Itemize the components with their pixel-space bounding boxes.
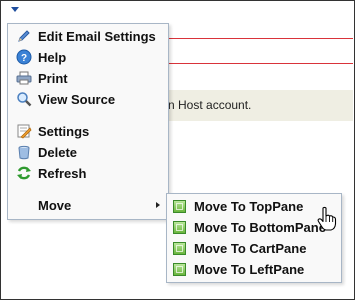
menu-item-label: Edit Email Settings xyxy=(38,28,156,44)
submenu-item-label: Move To CartPane xyxy=(194,240,307,256)
menu-item-label: Delete xyxy=(38,144,78,160)
help-icon: ? xyxy=(16,49,32,65)
blank-icon xyxy=(16,197,32,213)
menu-item-print[interactable]: Print xyxy=(8,68,168,88)
submenu-arrow-icon xyxy=(156,202,160,208)
divider-top xyxy=(168,38,353,39)
svg-text:?: ? xyxy=(21,53,27,64)
submenu-item-label: Move To TopPane xyxy=(194,198,304,214)
menu-item-label: Settings xyxy=(38,123,90,139)
submenu-item-label: Move To BottomPane xyxy=(194,219,326,235)
action-menu: Edit Email Settings ? Help Print View So… xyxy=(7,23,169,220)
submenu-item-label: Move To LeftPane xyxy=(194,261,305,277)
menu-item-label: Move xyxy=(38,197,72,213)
submenu-item-move-to-bottompane[interactable]: Move To BottomPane xyxy=(167,217,341,237)
submenu-item-move-to-leftpane[interactable]: Move To LeftPane xyxy=(167,259,341,279)
menu-item-view-source[interactable]: View Source xyxy=(8,89,168,109)
notice-text: n Host account. xyxy=(168,98,252,112)
menu-item-edit-email-settings[interactable]: Edit Email Settings xyxy=(8,26,168,46)
pane-icon xyxy=(173,220,186,234)
menu-item-help[interactable]: ? Help xyxy=(8,47,168,67)
menu-item-label: View Source xyxy=(38,91,116,107)
pane-icon xyxy=(173,241,186,255)
settings-icon xyxy=(16,123,32,139)
action-menu-caret-icon[interactable] xyxy=(11,7,19,12)
menu-item-label: Refresh xyxy=(38,165,87,181)
menu-item-move[interactable]: Move xyxy=(8,195,168,215)
menu-item-label: Help xyxy=(38,49,67,65)
menu-item-delete[interactable]: Delete xyxy=(8,142,168,162)
submenu-item-move-to-toppane[interactable]: Move To TopPane xyxy=(167,196,341,216)
print-icon xyxy=(16,70,32,86)
menu-item-refresh[interactable]: Refresh xyxy=(8,163,168,183)
submenu-item-move-to-cartpane[interactable]: Move To CartPane xyxy=(167,238,341,258)
menu-item-label: Print xyxy=(38,70,68,86)
magnifier-icon xyxy=(16,91,32,107)
divider-bottom xyxy=(168,63,353,64)
pane-icon xyxy=(173,262,186,276)
pencil-icon xyxy=(16,28,32,44)
hand-cursor-icon xyxy=(316,206,338,232)
refresh-icon xyxy=(16,165,32,181)
notice-bar: n Host account. xyxy=(168,90,353,121)
menu-item-settings[interactable]: Settings xyxy=(8,121,168,141)
pane-icon xyxy=(173,199,186,213)
trash-icon xyxy=(16,144,32,160)
